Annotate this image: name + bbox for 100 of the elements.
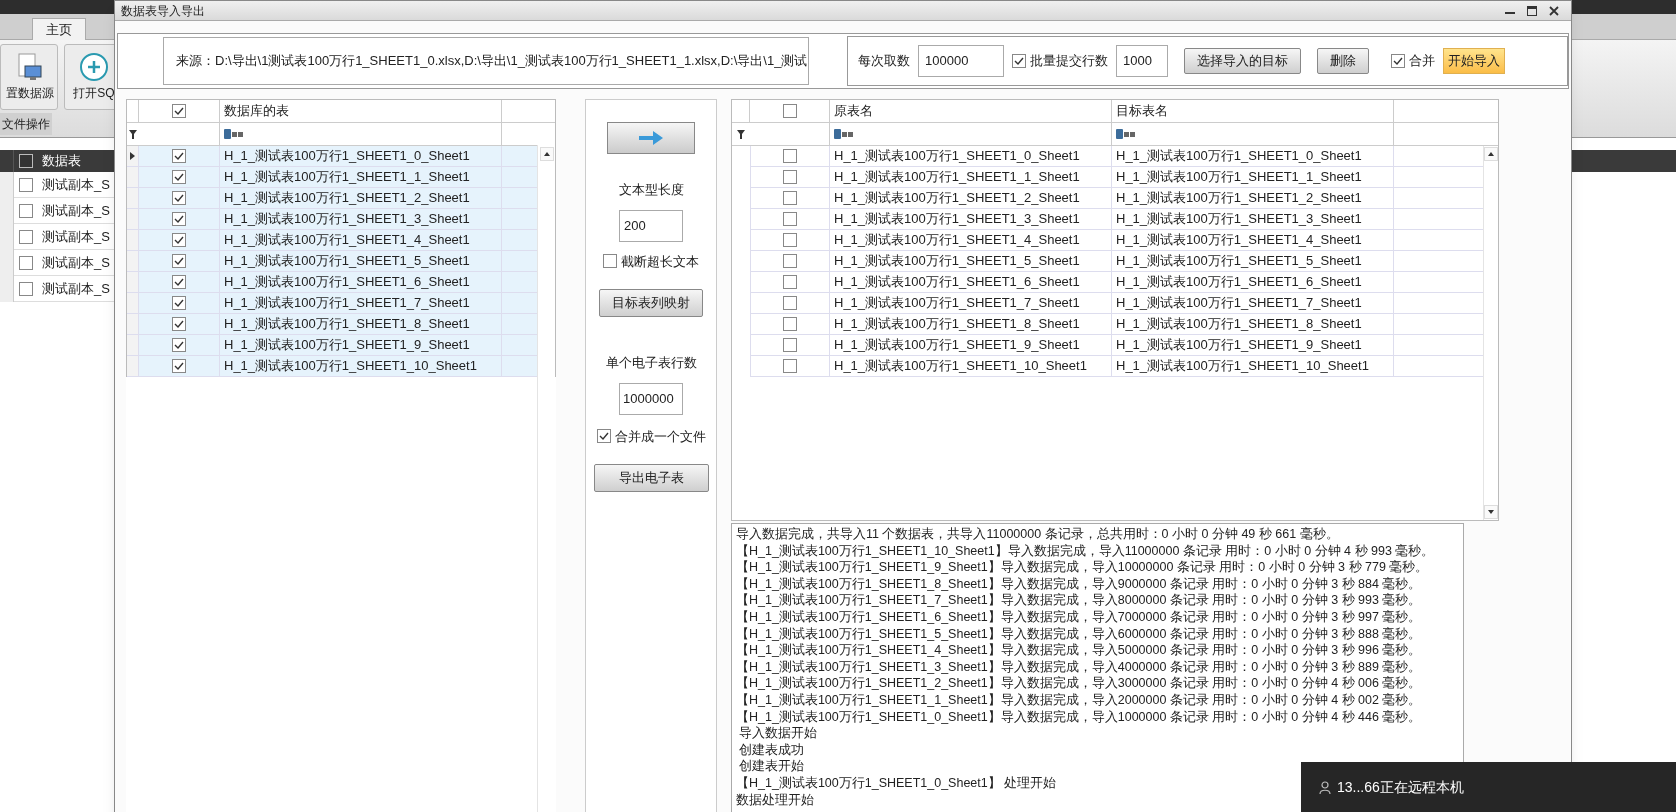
log-line: 创建表成功	[738, 741, 805, 759]
log-line: 【H_1_测试表100万行1_SHEET1_0_Sheet1】导入数据完成，导入1000000 条记录 用时：0 小时 0 分钟 4 秒 446 毫秒。	[736, 708, 1422, 726]
checkbox[interactable]	[172, 149, 186, 163]
maximize-icon	[1527, 5, 1537, 16]
toolbar-button[interactable]: 选择导入的目标	[1184, 48, 1301, 74]
table-cell[interactable]: H_1_测试表100万行1_SHEET1_7_Sheet1	[220, 293, 502, 313]
toolbar-button[interactable]: 删除	[1317, 48, 1369, 74]
table-cell[interactable]: H_1_测试表100万行1_SHEET1_1_Sheet1	[220, 167, 502, 187]
checkbox[interactable]	[172, 254, 186, 268]
checkbox[interactable]	[783, 275, 797, 289]
column-header[interactable]: 目标表名	[1116, 101, 1168, 121]
row-indicator[interactable]	[127, 146, 139, 166]
checkbox[interactable]	[172, 170, 186, 184]
filter-icon	[737, 129, 745, 139]
table-cell-text: 测试副本_S	[41, 227, 110, 246]
table-cell[interactable]: H_1_测试表100万行1_SHEET1_4_Sheet1	[220, 230, 502, 250]
arrow-button[interactable]	[607, 122, 695, 154]
mapping-button[interactable]: 目标表列映射	[599, 289, 703, 317]
checkbox[interactable]	[1391, 54, 1405, 68]
log-line: 【H_1_测试表100万行1_SHEET1_4_Sheet1】导入数据完成，导入5000000 条记录 用时：0 小时 0 分钟 3 秒 996 毫秒。	[736, 642, 1422, 659]
checkbox[interactable]	[172, 191, 186, 205]
input-field[interactable]: 100000	[918, 45, 1004, 77]
checkbox[interactable]	[783, 317, 797, 331]
checkbox[interactable]	[783, 254, 797, 268]
checkbox[interactable]	[172, 296, 186, 310]
table-cell	[502, 251, 538, 271]
table-cell-text: 测试副本_S	[41, 175, 110, 194]
log-line: 【H_1_测试表100万行1_SHEET1_8_Sheet1】导入数据完成，导入9000000 条记录 用时：0 小时 0 分钟 3 秒 884 毫秒。	[736, 575, 1422, 593]
checkbox[interactable]	[782, 104, 797, 118]
ribbon-group-label: 文件操作	[0, 113, 52, 135]
checkbox[interactable]	[596, 429, 611, 444]
table-cell	[502, 230, 538, 250]
scrollbar[interactable]	[537, 145, 555, 812]
checkbox[interactable]	[783, 149, 797, 163]
table-cell: H_1_测试表100万行1_SHEET1_4_Sheet1	[830, 230, 1112, 251]
table-cell[interactable]: H_1_测试表100万行1_SHEET1_9_Sheet1	[220, 335, 502, 355]
column-header[interactable]: 原表名	[834, 101, 873, 121]
checkbox[interactable]	[19, 255, 33, 270]
ribbon-tab[interactable]: 主页	[32, 18, 86, 40]
checkbox[interactable]	[783, 296, 797, 310]
log-line: 【H_1_测试表100万行1_SHEET1_2_Sheet1】导入数据完成，导入3000000 条记录 用时：0 小时 0 分钟 4 秒 006 毫秒。	[736, 675, 1422, 692]
log-line: 导入数据完成，共导入11 个数据表，共导入11000000 条记录，总共用时：0 小时 0 分钟 49 秒 661 毫秒。	[736, 526, 1339, 543]
table-cell[interactable]: H_1_测试表100万行1_SHEET1_3_Sheet1	[220, 209, 502, 229]
row-header[interactable]	[0, 171, 14, 198]
column-header[interactable]: 数据库的表	[224, 101, 289, 121]
checkbox[interactable]	[1012, 54, 1026, 68]
checkbox[interactable]	[783, 338, 797, 352]
table-cell: H_1_测试表100万行1_SHEET1_7_Sheet1	[1112, 293, 1394, 314]
checkbox[interactable]	[783, 191, 797, 205]
checkbox[interactable]	[19, 177, 33, 192]
scrollbar[interactable]	[1483, 146, 1498, 520]
start-button[interactable]: 开始导入	[1443, 48, 1505, 74]
log-line: 【H_1_测试表100万行1_SHEET1_6_Sheet1】导入数据完成，导入7000000 条记录 用时：0 小时 0 分钟 3 秒 997 毫秒。	[736, 608, 1422, 626]
person-icon	[1319, 780, 1331, 794]
table-cell: H_1_测试表100万行1_SHEET1_9_Sheet1	[830, 335, 1112, 356]
checkbox[interactable]	[172, 275, 186, 289]
checkbox[interactable]	[172, 212, 186, 226]
plus-circle-icon	[79, 52, 109, 82]
input-field[interactable]: 200	[619, 209, 683, 242]
table-cell[interactable]: H_1_测试表100万行1_SHEET1_6_Sheet1	[220, 272, 502, 292]
close-icon	[1549, 5, 1559, 16]
field-label: 文本型长度	[618, 181, 684, 199]
checkbox[interactable]	[19, 229, 33, 244]
checkbox[interactable]	[19, 203, 33, 218]
table-cell: H_1_测试表100万行1_SHEET1_2_Sheet1	[830, 188, 1112, 209]
table-cell: H_1_测试表100万行1_SHEET1_9_Sheet1	[1112, 335, 1394, 356]
table-cell	[502, 335, 538, 355]
checkbox-label: 合并成一个文件	[614, 427, 706, 446]
log-line: 【H_1_测试表100万行1_SHEET1_7_Sheet1】导入数据完成，导入8000000 条记录 用时：0 小时 0 分钟 3 秒 993 毫秒。	[736, 592, 1422, 609]
table-cell: H_1_测试表100万行1_SHEET1_0_Sheet1	[830, 146, 1112, 167]
table-cell	[502, 209, 538, 229]
table-cell[interactable]: H_1_测试表100万行1_SHEET1_0_Sheet1	[220, 146, 502, 166]
checkbox[interactable]	[172, 233, 186, 247]
table-cell[interactable]: H_1_测试表100万行1_SHEET1_2_Sheet1	[220, 188, 502, 208]
checkbox-label: 合并	[1409, 52, 1435, 71]
checkbox[interactable]	[172, 338, 186, 352]
checkbox[interactable]	[783, 233, 797, 247]
checkbox[interactable]	[172, 359, 186, 373]
field-label: 每次取数	[858, 52, 910, 71]
filter-icon	[129, 129, 137, 139]
table-cell: H_1_测试表100万行1_SHEET1_5_Sheet1	[830, 251, 1112, 272]
ribbon-button[interactable]: 置数据源	[0, 44, 58, 110]
checkbox[interactable]	[783, 212, 797, 226]
checkbox[interactable]	[603, 254, 617, 269]
checkbox[interactable]	[172, 104, 186, 118]
table-cell[interactable]: H_1_测试表100万行1_SHEET1_10_Sheet1	[220, 356, 502, 376]
table-cell[interactable]: H_1_测试表100万行1_SHEET1_5_Sheet1	[220, 251, 502, 271]
export-button[interactable]: 导出电子表	[593, 464, 709, 492]
checkbox[interactable]	[783, 359, 797, 373]
input-field[interactable]: 1000000	[619, 382, 683, 415]
text-filter-icon	[834, 129, 856, 139]
table-cell	[502, 293, 538, 313]
checkbox[interactable]	[783, 170, 797, 184]
checkbox[interactable]	[19, 154, 33, 168]
checkbox[interactable]	[19, 281, 33, 296]
checkbox[interactable]	[172, 317, 186, 331]
table-cell: H_1_测试表100万行1_SHEET1_10_Sheet1	[1112, 356, 1394, 377]
table-cell-text: 测试副本_S	[41, 253, 110, 272]
table-cell[interactable]: H_1_测试表100万行1_SHEET1_8_Sheet1	[220, 314, 502, 334]
input-field[interactable]: 1000	[1116, 45, 1168, 77]
